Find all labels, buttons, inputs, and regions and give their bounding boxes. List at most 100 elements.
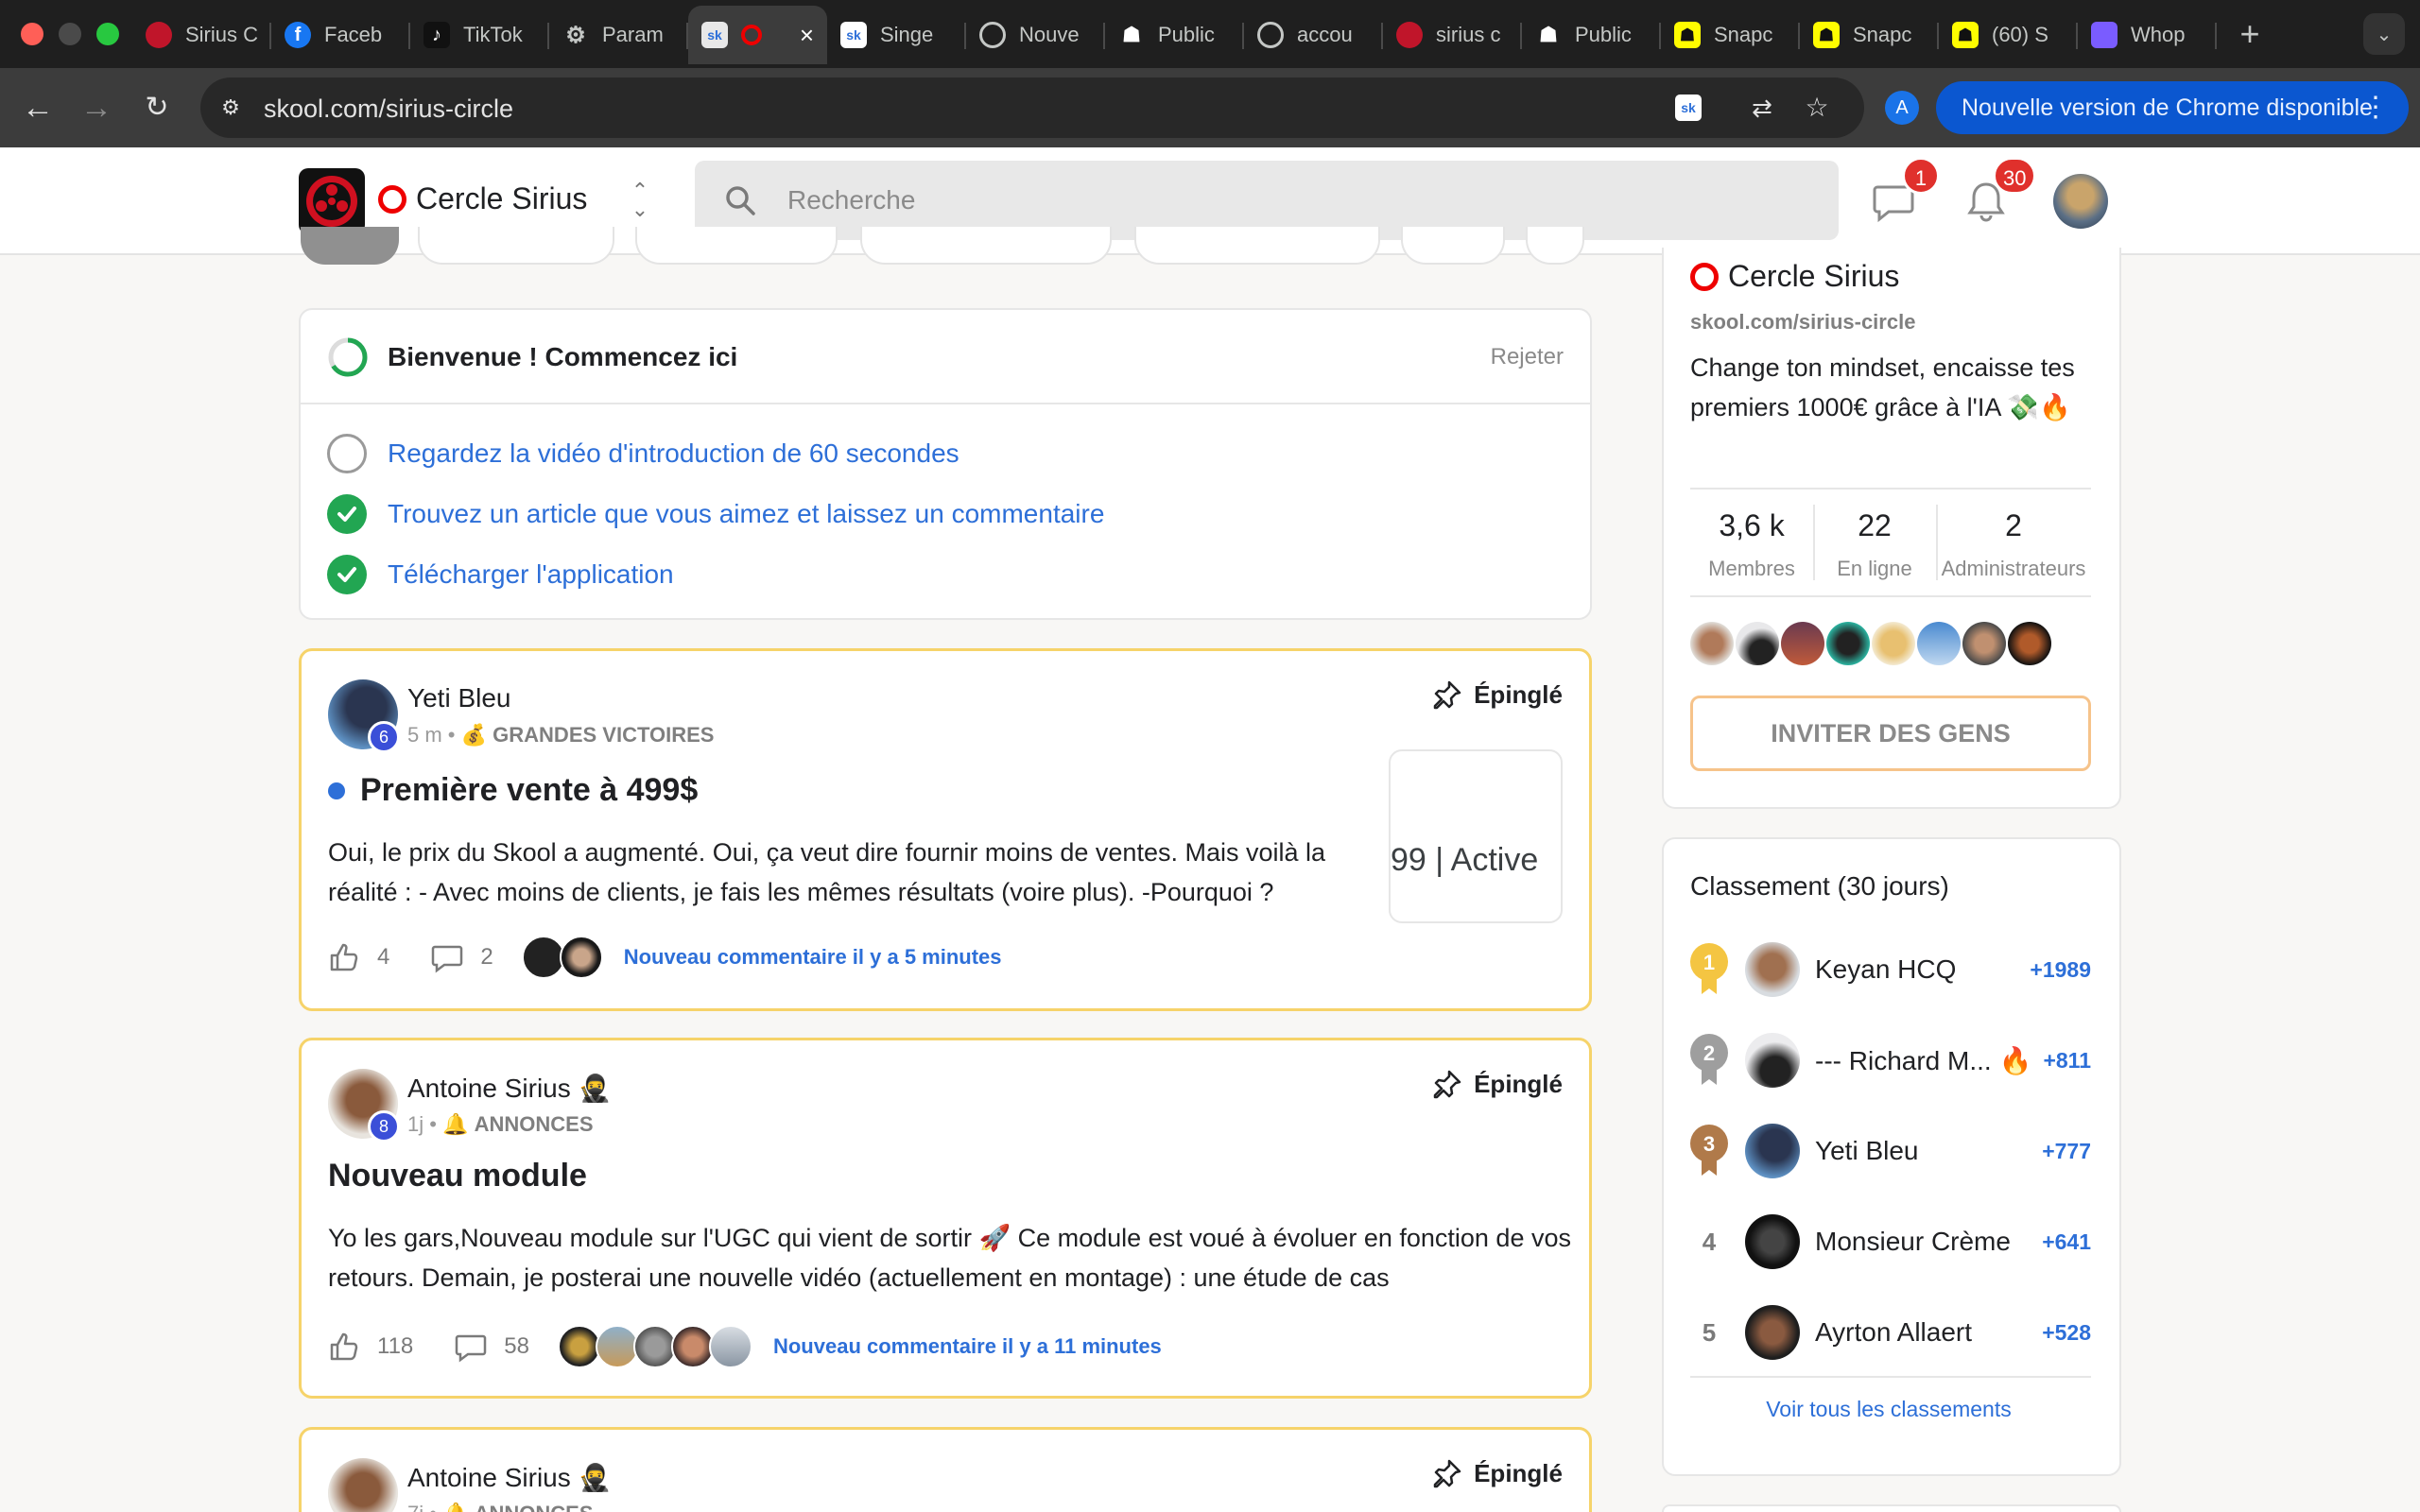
- post-card[interactable]: 8 Antoine Sirius 🥷 1j • 🔔 ANNONCES Éping…: [299, 1038, 1592, 1399]
- new-tab-button[interactable]: +: [2231, 15, 2269, 53]
- invite-people-button[interactable]: INVITER DES GENS: [1690, 696, 2091, 771]
- browser-tab[interactable]: sirius c: [1383, 6, 1522, 64]
- tab-title: Public: [1158, 23, 1215, 46]
- close-tab-icon[interactable]: ×: [800, 21, 814, 50]
- browser-tab[interactable]: Sirius C: [132, 6, 271, 64]
- post-category[interactable]: GRANDES VICTOIRES: [493, 723, 714, 747]
- stat-admins[interactable]: 2 Administrateurs: [1936, 490, 2091, 595]
- browser-tab[interactable]: sk Singe: [827, 6, 966, 64]
- browser-tab[interactable]: ☗ Public: [1105, 6, 1244, 64]
- browser-tab[interactable]: ☗ Snapc: [1661, 6, 1800, 64]
- close-window-button[interactable]: [21, 23, 43, 45]
- checklist-item[interactable]: Trouvez un article que vous aimez et lai…: [327, 493, 1104, 535]
- address-bar[interactable]: ⚙ skool.com/sirius-circle sk ⇄ ☆: [200, 77, 1864, 138]
- leaderboard-row[interactable]: 3 Yeti Bleu +777: [1690, 1123, 2091, 1179]
- member-avatar[interactable]: [1872, 622, 1915, 665]
- tab-search-chevron-icon[interactable]: ⌄: [2363, 13, 2405, 55]
- post-author-name[interactable]: Antoine Sirius 🥷: [407, 1462, 611, 1493]
- tab-chip[interactable]: [1401, 227, 1505, 265]
- group-switcher-chevron-icon[interactable]: ⌃ ⌄: [624, 180, 656, 223]
- more-vertical-icon[interactable]: ⋮: [2361, 81, 2390, 134]
- thumbs-up-icon[interactable]: [328, 941, 360, 973]
- post-excerpt[interactable]: Oui, le prix du Skool a augmenté. Oui, ç…: [328, 833, 1374, 912]
- leaderboard-row[interactable]: 5 Ayrton Allaert +528: [1690, 1304, 2091, 1361]
- tab-chip[interactable]: [635, 227, 838, 265]
- leaderboard-points: +777: [2042, 1138, 2091, 1163]
- back-arrow-icon[interactable]: ←: [17, 87, 59, 129]
- zoom-window-button[interactable]: [96, 23, 119, 45]
- forward-arrow-icon[interactable]: →: [76, 87, 117, 129]
- welcome-header: Bienvenue ! Commencez ici Rejeter: [301, 310, 1590, 404]
- url-text[interactable]: skool.com/sirius-circle: [264, 94, 513, 124]
- leaderboard-row[interactable]: 1 Keyan HCQ +1989: [1690, 941, 2091, 998]
- member-avatar[interactable]: [1962, 622, 2006, 665]
- reload-icon[interactable]: ↻: [136, 87, 178, 129]
- post-card[interactable]: 6 Yeti Bleu 5 m • 💰 GRANDES VICTOIRES Ép…: [299, 648, 1592, 1011]
- leaderboard-row[interactable]: 4 Monsieur Crème +641: [1690, 1213, 2091, 1270]
- translate-icon[interactable]: ⇄: [1745, 91, 1779, 125]
- member-avatar[interactable]: [1826, 622, 1870, 665]
- tab-chip[interactable]: [860, 227, 1112, 265]
- group-logo[interactable]: [299, 168, 365, 234]
- member-avatar[interactable]: [1917, 622, 1961, 665]
- browser-tab-active[interactable]: sk ×: [688, 6, 827, 64]
- post-author-avatar[interactable]: 8: [328, 1069, 400, 1143]
- gold-medal-icon: 1: [1690, 941, 1728, 998]
- member-avatar[interactable]: [1781, 622, 1824, 665]
- post-author-avatar[interactable]: [328, 1458, 398, 1512]
- profile-avatar[interactable]: A: [1885, 91, 1919, 125]
- browser-tab[interactable]: ♪ TikTok: [410, 6, 549, 64]
- tab-chip[interactable]: [1134, 227, 1380, 265]
- pin-icon: [1433, 1070, 1461, 1099]
- members-label: Membres: [1708, 557, 1795, 580]
- site-settings-icon[interactable]: ⚙: [214, 91, 248, 125]
- svg-text:1: 1: [1703, 951, 1715, 974]
- thumbs-up-icon[interactable]: [328, 1331, 360, 1363]
- checklist-item[interactable]: Télécharger l'application: [327, 554, 674, 595]
- browser-tab[interactable]: ☗ Snapc: [1800, 6, 1939, 64]
- browser-tab[interactable]: Nouve: [966, 6, 1105, 64]
- group-name[interactable]: Cercle Sirius: [378, 181, 587, 216]
- post-card[interactable]: Antoine Sirius 🥷 7j • 🔔 ANNONCES Épinglé: [299, 1427, 1592, 1512]
- post-excerpt[interactable]: Yo les gars,Nouveau module sur l'UGC qui…: [328, 1218, 1574, 1297]
- browser-tab[interactable]: ⚙ Param: [549, 6, 688, 64]
- pinned-label: Épinglé: [1432, 1069, 1563, 1099]
- chrome-update-button[interactable]: Nouvelle version de Chrome disponible ⋮: [1936, 81, 2409, 134]
- member-avatar[interactable]: [2008, 622, 2051, 665]
- post-title[interactable]: Nouveau module: [328, 1158, 587, 1194]
- comment-icon[interactable]: [455, 1331, 487, 1363]
- browser-tab[interactable]: accou: [1244, 6, 1383, 64]
- dismiss-link[interactable]: Rejeter: [1491, 344, 1564, 370]
- comment-icon[interactable]: [431, 941, 463, 973]
- post-title[interactable]: Première vente à 499$: [328, 772, 698, 809]
- bookmark-star-icon[interactable]: ☆: [1800, 91, 1834, 125]
- browser-tab[interactable]: ☗ (60) S: [1939, 6, 2078, 64]
- tab-chip[interactable]: [1526, 227, 1584, 265]
- post-author-name[interactable]: Yeti Bleu: [407, 683, 511, 713]
- new-comment-link[interactable]: Nouveau commentaire il y a 11 minutes: [773, 1334, 1162, 1359]
- stat-online[interactable]: 22 En ligne: [1813, 490, 1936, 595]
- see-all-leaderboards-link[interactable]: Voir tous les classements: [1664, 1397, 2114, 1422]
- tab-chip[interactable]: [418, 227, 614, 265]
- post-category[interactable]: ANNONCES: [475, 1502, 594, 1512]
- new-comment-link[interactable]: Nouveau commentaire il y a 5 minutes: [624, 945, 1002, 970]
- post-thumbnail[interactable]: 99 | Active: [1389, 749, 1563, 923]
- post-author-name[interactable]: Antoine Sirius 🥷: [407, 1073, 611, 1104]
- browser-tab[interactable]: f Faceb: [271, 6, 410, 64]
- leaderboard-row[interactable]: 2 --- Richard M... 🔥 +811: [1690, 1032, 2091, 1089]
- browser-tab[interactable]: Whop: [2078, 6, 2217, 64]
- skool-extension-icon[interactable]: sk: [1675, 94, 1702, 121]
- post-meta: 7j • 🔔 ANNONCES: [407, 1502, 594, 1512]
- post-author-avatar[interactable]: 6: [328, 679, 400, 753]
- browser-tab-strip: Sirius C f Faceb ♪ TikTok ⚙ Param sk × s…: [0, 0, 2420, 68]
- stat-members[interactable]: 3,6 k Membres: [1690, 490, 1813, 595]
- member-avatar[interactable]: [1690, 622, 1734, 665]
- tab-chip-active[interactable]: [301, 227, 399, 265]
- leaderboard-points: +641: [2042, 1228, 2091, 1254]
- user-avatar[interactable]: [2053, 174, 2108, 229]
- member-avatar[interactable]: [1736, 622, 1779, 665]
- post-category[interactable]: ANNONCES: [475, 1112, 594, 1136]
- browser-tab[interactable]: ☗ Public: [1522, 6, 1661, 64]
- minimize-window-button[interactable]: [59, 23, 81, 45]
- checklist-item[interactable]: Regardez la vidéo d'introduction de 60 s…: [327, 433, 959, 474]
